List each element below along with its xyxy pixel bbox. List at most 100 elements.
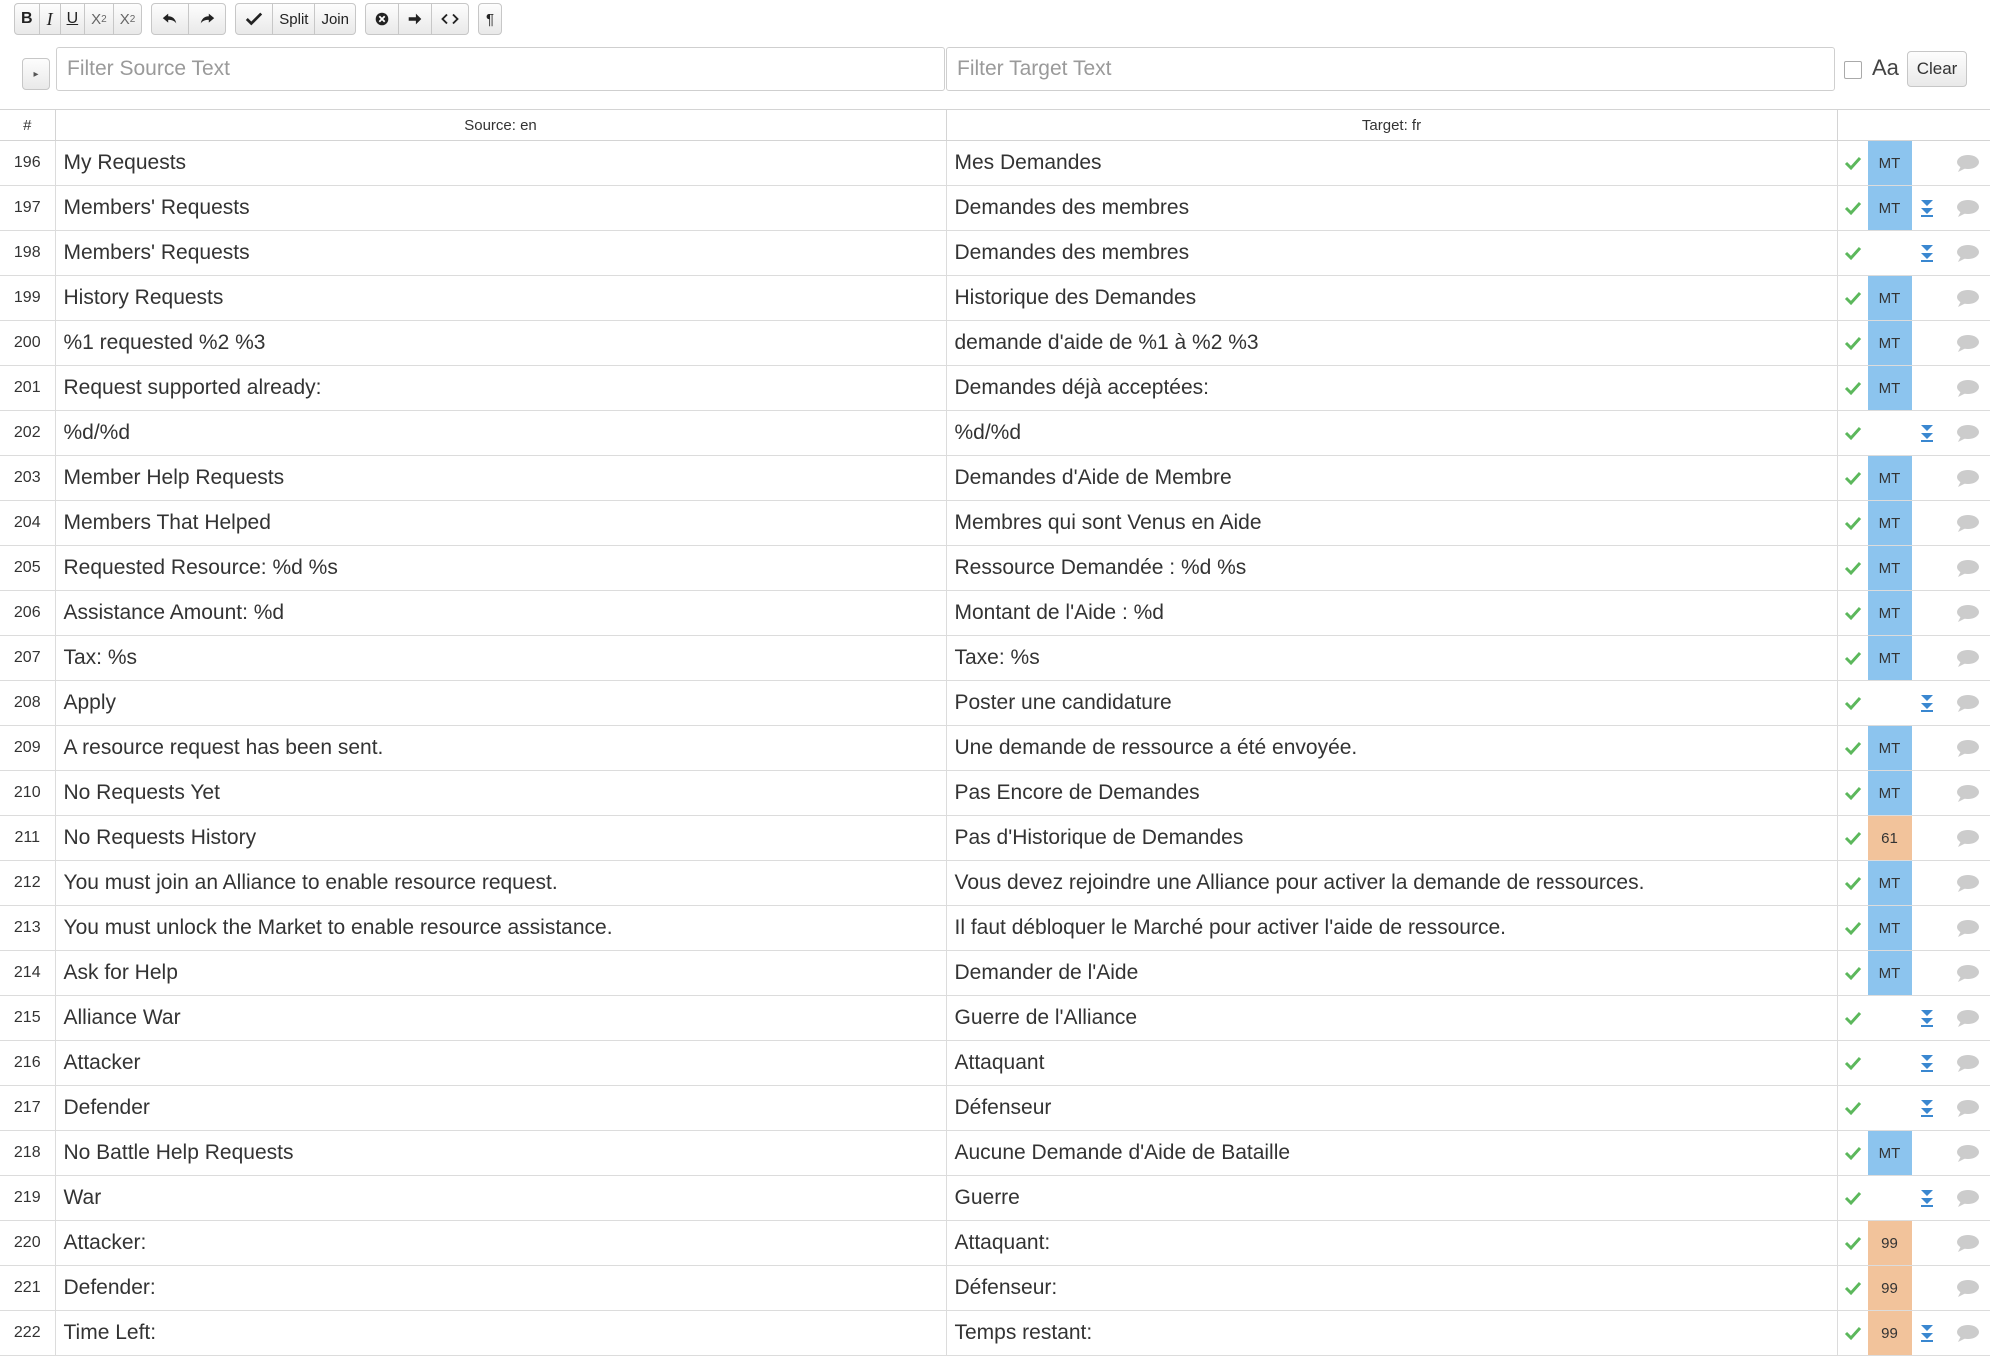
target-text[interactable]: demande d'aide de %1 à %2 %3 [946,320,1838,366]
confirmed-check-icon[interactable] [1838,965,1868,981]
segment-row[interactable]: 220 Attacker: Attaquant: 99 [0,1220,1990,1266]
segment-row[interactable]: 217 Defender Défenseur [0,1085,1990,1131]
comment-icon[interactable] [1946,1278,1990,1298]
target-text[interactable]: Attaquant [946,1040,1838,1086]
comment-icon[interactable] [1946,1008,1990,1028]
confirmed-check-icon[interactable] [1838,470,1868,486]
comment-icon[interactable] [1946,648,1990,668]
target-text[interactable]: Pas d'Historique de Demandes [946,815,1838,861]
confirmed-check-icon[interactable] [1838,1190,1868,1206]
subscript-button[interactable]: X2 [84,3,114,35]
confirmed-check-icon[interactable] [1838,560,1868,576]
confirmed-check-icon[interactable] [1838,1325,1868,1341]
segment-row[interactable]: 203 Member Help Requests Demandes d'Aide d… [0,455,1990,501]
target-text[interactable]: Une demande de ressource a été envoyée. [946,725,1838,771]
target-text[interactable]: Pas Encore de Demandes [946,770,1838,816]
segment-row[interactable]: 222 Time Left: Temps restant: 99 [0,1310,1990,1356]
comment-icon[interactable] [1946,1143,1990,1163]
confirmed-check-icon[interactable] [1838,830,1868,846]
confirmed-check-icon[interactable] [1838,245,1868,261]
confirmed-check-icon[interactable] [1838,695,1868,711]
segment-row[interactable]: 197 Members' Requests Demandes des membres… [0,185,1990,231]
segment-row[interactable]: 201 Request supported already: Demandes dé… [0,365,1990,411]
confirmed-check-icon[interactable] [1838,650,1868,666]
repetition-arrow-icon[interactable] [1912,1098,1942,1118]
comment-icon[interactable] [1946,468,1990,488]
target-text[interactable]: Demandes d'Aide de Membre [946,455,1838,501]
target-text[interactable]: Demandes déjà acceptées: [946,365,1838,411]
target-text[interactable]: Demandes des membres [946,230,1838,276]
comment-icon[interactable] [1946,603,1990,623]
repetition-arrow-icon[interactable] [1912,198,1942,218]
next-tag-button[interactable] [398,3,432,35]
segment-row[interactable]: 198 Members' Requests Demandes des membres [0,230,1990,276]
segment-row[interactable]: 205 Requested Resource: %d %s Ressource De… [0,545,1990,591]
target-text[interactable]: Montant de l'Aide : %d [946,590,1838,636]
superscript-button[interactable]: X2 [112,3,143,35]
segment-row[interactable]: 196 My Requests Mes Demandes MT [0,140,1990,186]
italic-button[interactable]: I [38,3,61,35]
comment-icon[interactable] [1946,423,1990,443]
comment-icon[interactable] [1946,378,1990,398]
repetition-arrow-icon[interactable] [1912,423,1942,443]
target-filter-input[interactable] [946,47,1835,91]
expand-filters-button[interactable]: ▸ [22,58,50,90]
confirmed-check-icon[interactable] [1838,1100,1868,1116]
confirmed-check-icon[interactable] [1838,1235,1868,1251]
segment-row[interactable]: 202 %d/%d %d/%d [0,410,1990,456]
target-text[interactable]: Poster une candidature [946,680,1838,726]
segment-row[interactable]: 212 You must join an Alliance to enable r… [0,860,1990,906]
segment-row[interactable]: 210 No Requests Yet Pas Encore de Demandes… [0,770,1990,816]
comment-icon[interactable] [1946,1233,1990,1253]
target-text[interactable]: Il faut débloquer le Marché pour activer… [946,905,1838,951]
comment-icon[interactable] [1946,243,1990,263]
confirmed-check-icon[interactable] [1838,875,1868,891]
comment-icon[interactable] [1946,738,1990,758]
confirmed-check-icon[interactable] [1838,920,1868,936]
comment-icon[interactable] [1946,288,1990,308]
target-text[interactable]: Aucune Demande d'Aide de Bataille [946,1130,1838,1176]
comment-icon[interactable] [1946,153,1990,173]
show-whitespace-button[interactable]: ¶ [478,3,502,35]
segment-row[interactable]: 199 History Requests Historique des Demand… [0,275,1990,321]
target-text[interactable]: Demander de l'Aide [946,950,1838,996]
comment-icon[interactable] [1946,198,1990,218]
segment-row[interactable]: 204 Members That Helped Membres qui sont V… [0,500,1990,546]
underline-button[interactable]: U [59,3,86,35]
segment-row[interactable]: 206 Assistance Amount: %d Montant de l'Aid… [0,590,1990,636]
segment-row[interactable]: 200 %1 requested %2 %3 demande d'aide de %… [0,320,1990,366]
segment-row[interactable]: 219 War Guerre [0,1175,1990,1221]
target-text[interactable]: Membres qui sont Venus en Aide [946,500,1838,546]
confirmed-check-icon[interactable] [1838,155,1868,171]
comment-icon[interactable] [1946,1188,1990,1208]
confirmed-check-icon[interactable] [1838,785,1868,801]
target-text[interactable]: Taxe: %s [946,635,1838,681]
comment-icon[interactable] [1946,1053,1990,1073]
target-text[interactable]: Historique des Demandes [946,275,1838,321]
comment-icon[interactable] [1946,693,1990,713]
repetition-arrow-icon[interactable] [1912,1323,1942,1343]
confirmed-check-icon[interactable] [1838,380,1868,396]
undo-button[interactable] [151,3,190,35]
segment-row[interactable]: 215 Alliance War Guerre de l'Alliance [0,995,1990,1041]
target-text[interactable]: Défenseur: [946,1265,1838,1311]
comment-icon[interactable] [1946,918,1990,938]
confirmed-check-icon[interactable] [1838,1280,1868,1296]
confirmed-check-icon[interactable] [1838,1010,1868,1026]
segment-row[interactable]: 214 Ask for Help Demander de l'Aide MT [0,950,1990,996]
target-text[interactable]: Temps restant: [946,1310,1838,1356]
segment-row[interactable]: 209 A resource request has been sent. Une … [0,725,1990,771]
split-button[interactable]: Split [272,3,316,35]
clear-tags-button[interactable] [365,3,399,35]
confirmed-check-icon[interactable] [1838,290,1868,306]
join-button[interactable]: Join [314,3,356,35]
confirmed-check-icon[interactable] [1838,425,1868,441]
target-text[interactable]: Vous devez rejoindre une Alliance pour a… [946,860,1838,906]
repetition-arrow-icon[interactable] [1912,1053,1942,1073]
target-text[interactable]: Guerre [946,1175,1838,1221]
confirmed-check-icon[interactable] [1838,515,1868,531]
comment-icon[interactable] [1946,1098,1990,1118]
confirmed-check-icon[interactable] [1838,1055,1868,1071]
segment-row[interactable]: 207 Tax: %s Taxe: %s MT [0,635,1990,681]
clear-filter-button[interactable]: Clear [1907,51,1967,87]
